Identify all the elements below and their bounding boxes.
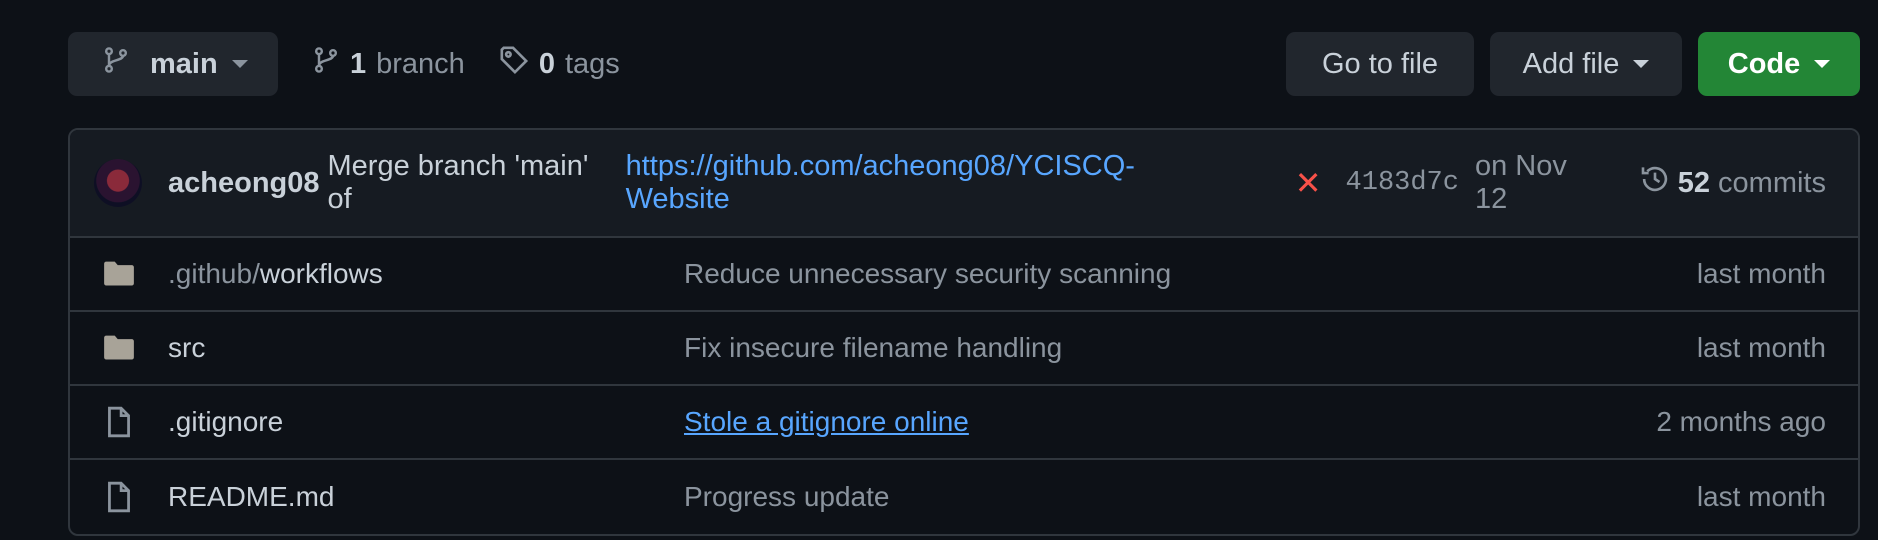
- tag-count: 0: [538, 47, 555, 80]
- code-button[interactable]: Code: [1698, 32, 1860, 96]
- file-name-link[interactable]: .github/workflows: [168, 258, 684, 290]
- file-commit-time: last month: [1696, 481, 1826, 512]
- tags-link[interactable]: 0 tags: [499, 45, 620, 83]
- file-commit-time: last month: [1696, 332, 1826, 363]
- commit-sha[interactable]: 4183d7c: [1346, 168, 1459, 198]
- file-commit-message[interactable]: Progress update: [684, 481, 1697, 513]
- latest-commit-bar: acheong08 Merge branch 'main' of https:/…: [70, 130, 1858, 238]
- git-branch-icon: [312, 45, 340, 83]
- folder-icon: [102, 257, 136, 291]
- file-name-link[interactable]: .gitignore: [168, 406, 684, 438]
- avatar[interactable]: [94, 159, 142, 207]
- code-label: Code: [1727, 47, 1801, 80]
- file-icon: [102, 405, 136, 439]
- file-row: .github/workflows Reduce unnecessary sec…: [70, 238, 1858, 312]
- file-commit-time: last month: [1696, 258, 1826, 289]
- chevron-down-icon: [1633, 60, 1650, 68]
- branches-link[interactable]: 1 branch: [312, 45, 465, 83]
- tag-icon: [499, 45, 529, 83]
- git-branch-icon: [102, 45, 130, 83]
- file-commit-time: 2 months ago: [1656, 406, 1826, 437]
- file-name-link[interactable]: README.md: [168, 481, 684, 513]
- history-icon: [1640, 164, 1670, 202]
- go-to-file-button[interactable]: Go to file: [1286, 32, 1474, 96]
- file-row: README.md Progress update last month: [70, 460, 1858, 534]
- chevron-down-icon: [1814, 60, 1831, 68]
- commit-date: on Nov 12: [1474, 150, 1567, 215]
- file-browser: acheong08 Merge branch 'main' of https:/…: [68, 128, 1860, 536]
- commits-link[interactable]: 52 commits: [1640, 164, 1826, 202]
- add-file-button[interactable]: Add file: [1490, 32, 1682, 96]
- commit-author[interactable]: acheong08: [168, 167, 320, 200]
- chevron-down-icon: [231, 60, 248, 68]
- add-file-label: Add file: [1522, 47, 1620, 80]
- repo-toolbar: main 1 branch 0 tags Go to file Add file…: [68, 32, 1860, 96]
- x-icon[interactable]: ✕: [1295, 164, 1322, 202]
- branch-count: 1: [350, 47, 367, 80]
- file-commit-message[interactable]: Fix insecure filename handling: [684, 332, 1697, 364]
- commit-count: 52: [1677, 166, 1711, 199]
- branch-select-label: main: [150, 47, 218, 80]
- file-commit-message[interactable]: Stole a gitignore online: [684, 406, 969, 438]
- tag-label: tags: [564, 47, 620, 80]
- commit-url-link[interactable]: https://github.com/acheong08/YCISCQ-Webs…: [626, 150, 1233, 216]
- commit-label: commits: [1718, 166, 1826, 199]
- file-name-link[interactable]: src: [168, 332, 684, 364]
- file-row: src Fix insecure filename handling last …: [70, 312, 1858, 386]
- file-commit-message[interactable]: Reduce unnecessary security scanning: [684, 258, 1697, 290]
- branch-select-button[interactable]: main: [68, 32, 278, 96]
- commit-message[interactable]: Merge branch 'main' of: [328, 150, 618, 216]
- folder-icon: [102, 331, 136, 365]
- branch-label: branch: [376, 47, 465, 80]
- file-icon: [102, 480, 136, 514]
- file-row: .gitignore Stole a gitignore online 2 mo…: [70, 386, 1858, 460]
